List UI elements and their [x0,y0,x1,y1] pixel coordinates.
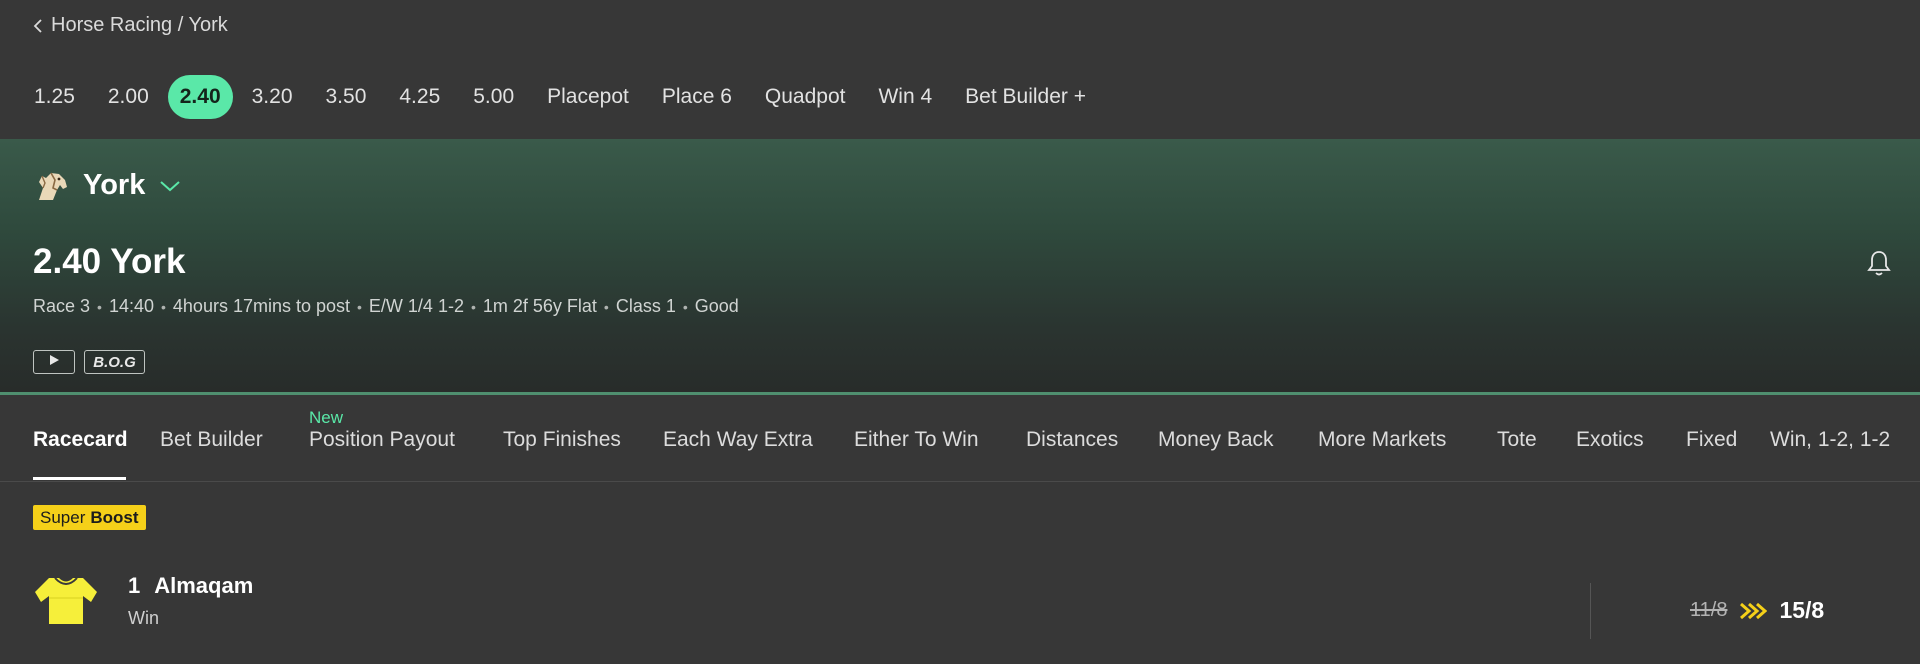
jockey-silks-icon [33,576,99,626]
race-title: 2.40 York [33,242,186,281]
race-nav-quadpot[interactable]: Quadpot [751,75,860,119]
race-time-nav: 1.25 2.00 2.40 3.20 3.50 4.25 5.00 Place… [20,74,1105,120]
race-nav-item[interactable]: 3.20 [238,75,307,119]
race-header: York 2.40 York Race 3 • 14:40 • 4hours 1… [0,139,1920,395]
race-nav-placepot[interactable]: Placepot [533,75,643,119]
tab-distances[interactable]: Distances [1026,428,1118,452]
tab-tote[interactable]: Tote [1497,428,1537,452]
tab-money-back[interactable]: Money Back [1158,428,1274,452]
bell-icon[interactable] [1866,249,1892,277]
tab-racecard[interactable]: Racecard [33,428,128,452]
race-meta: Race 3 • 14:40 • 4hours 17mins to post •… [33,296,739,317]
tab-more-markets[interactable]: More Markets [1318,428,1446,452]
race-badges: B.O.G [33,350,145,374]
tab-each-way-extra[interactable]: Each Way Extra [663,428,813,452]
play-icon [48,353,60,371]
separator-dot: • [682,298,688,315]
tab-top-finishes[interactable]: Top Finishes [503,428,621,452]
separator-dot: • [161,298,166,315]
runner-market: Win [128,608,159,628]
tab-fixed[interactable]: Fixed [1686,428,1737,452]
boosted-odds-value[interactable]: 15/8 [1779,597,1824,624]
separator-dot: • [470,298,476,315]
runner-name-text: Almaqam [154,573,254,598]
breadcrumb-text: Horse Racing / York [51,14,228,36]
race-nav-item[interactable]: 3.50 [312,75,381,119]
race-nav-item[interactable]: 5.00 [459,75,528,119]
horse-head-icon [33,170,69,202]
chevron-left-icon [33,18,43,34]
tab-exotics[interactable]: Exotics [1576,428,1644,452]
breadcrumb[interactable]: Horse Racing / York [33,14,228,37]
race-nav-item[interactable]: 4.25 [385,75,454,119]
double-chevron-right-icon [1739,602,1768,620]
super-boost-strong: Boost [90,507,139,527]
divider [1590,583,1591,639]
race-nav-win4[interactable]: Win 4 [864,75,946,119]
race-nav-bet-builder[interactable]: Bet Builder + [951,75,1100,119]
race-time: 14:40 [108,296,154,316]
going: Good [694,296,739,316]
tab-position-payout[interactable]: Position Payout [309,428,455,452]
race-nav-item[interactable]: 1.25 [20,75,89,119]
separator-dot: • [357,298,362,315]
boosted-odds[interactable]: 11/8 15/8 [1690,597,1824,624]
separator-dot: • [97,298,102,315]
race-number: Race 3 [33,296,91,316]
race-nav-item-active[interactable]: 2.40 [167,75,233,119]
chevron-down-icon [159,179,181,193]
active-tab-indicator [33,477,126,480]
time-to-post: 4hours 17mins to post [172,296,351,316]
tab-win-1-2[interactable]: Win, 1-2, 1-2 [1770,428,1890,452]
super-boost-badge: Super Boost [33,505,146,530]
runner-number: 1 [128,573,141,598]
tab-either-to-win[interactable]: Either To Win [854,428,979,452]
runner-name[interactable]: 1 Almaqam [128,573,253,599]
separator-dot: • [603,298,609,315]
live-stream-badge[interactable] [33,350,75,374]
original-odds: 11/8 [1690,599,1728,621]
venue-selector[interactable]: York [33,169,181,202]
venue-name: York [83,169,146,201]
race-nav-item[interactable]: 2.00 [94,75,163,119]
bog-badge: B.O.G [84,350,145,374]
race-class: Class 1 [615,296,676,316]
each-way-terms: E/W 1/4 1-2 [368,296,464,316]
tab-bet-builder[interactable]: Bet Builder [160,428,263,452]
race-nav-place6[interactable]: Place 6 [648,75,746,119]
new-label: New [309,408,344,427]
super-boost-prefix: Super [40,507,86,527]
market-tabs: New Racecard Bet Builder Position Payout… [0,398,1920,482]
race-distance: 1m 2f 56y Flat [482,296,597,316]
